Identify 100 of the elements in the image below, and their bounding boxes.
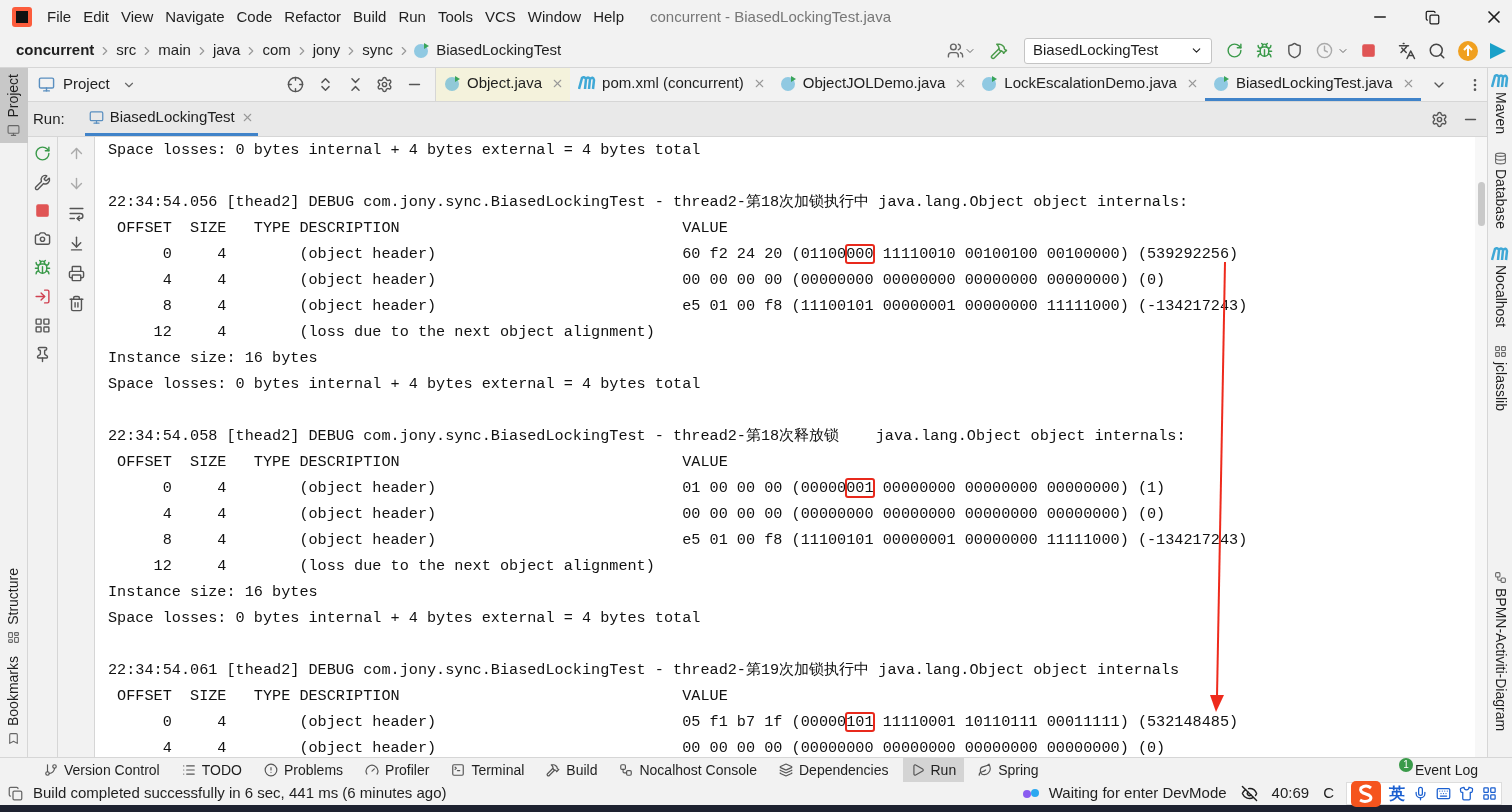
tool-window-button[interactable]: Problems <box>255 758 352 782</box>
breadcrumb[interactable]: java <box>210 39 243 62</box>
menu-item[interactable]: Navigate <box>159 5 231 29</box>
tool-window-stripe-button[interactable]: BPMN-Activiti-Diagram <box>1489 570 1511 735</box>
tool-icon <box>619 763 634 777</box>
scrollbar-thumb[interactable] <box>1477 182 1485 226</box>
wrench-icon[interactable] <box>34 174 51 191</box>
debug-icon[interactable] <box>1256 42 1273 59</box>
console-line: Instance size: 16 bytes <box>108 348 318 369</box>
search-icon[interactable] <box>1428 41 1446 60</box>
tool-window-button[interactable]: Terminal <box>443 758 533 782</box>
tool-icon <box>365 763 380 777</box>
menu-item[interactable]: Tools <box>431 5 479 29</box>
camera-icon[interactable] <box>34 230 51 247</box>
class-icon <box>1212 74 1230 92</box>
console-line: Space losses: 0 bytes internal + 4 bytes external = 4 bytes total <box>108 608 701 629</box>
status-item[interactable]: C <box>1323 782 1334 805</box>
tool-window-stripe-button[interactable]: Maven <box>1489 74 1511 139</box>
editor-tab[interactable]: pom.xml (concurrent) <box>570 68 772 101</box>
locate-icon[interactable] <box>287 76 304 93</box>
tool-window-stripe-button[interactable]: Structure <box>0 562 28 650</box>
console-line: Space losses: 0 bytes internal + 4 bytes external = 4 bytes total <box>108 140 701 161</box>
tool-window-stripe-button[interactable]: jclasslib <box>1489 345 1511 416</box>
skin-icon[interactable] <box>1459 786 1474 801</box>
coverage-icon[interactable] <box>1286 42 1303 59</box>
breadcrumb[interactable]: jony <box>310 39 343 62</box>
wrap-icon[interactable] <box>67 205 85 222</box>
pin-icon[interactable] <box>34 346 51 363</box>
menu-item[interactable]: Edit <box>77 5 116 29</box>
class-icon <box>413 42 431 59</box>
tool-window-button[interactable]: Profiler <box>357 758 438 782</box>
ime-logo[interactable] <box>1351 780 1381 807</box>
console-line: 22:34:54.056 [thead2] DEBUG com.jony.sync.BiasedLockingTest - thread2-第18次加锁执行中 java.lang.Object object internals: <box>108 192 1189 213</box>
grid-icon[interactable] <box>1482 786 1497 801</box>
editor-tab[interactable]: LockEscalationDemo.java <box>973 68 1205 101</box>
tool-window-stripe-button[interactable]: Database <box>1489 152 1511 233</box>
menu-item[interactable]: Run <box>392 5 432 29</box>
users-icon[interactable] <box>947 42 964 59</box>
keyboard-icon[interactable] <box>1436 786 1451 801</box>
settings-icon[interactable] <box>376 76 393 93</box>
eye-off-icon[interactable] <box>1240 785 1258 802</box>
debug-icon[interactable] <box>34 259 51 276</box>
editor-tab[interactable]: ObjectJOLDemo.java <box>771 68 974 101</box>
devmode-status: Waiting for enter DevMode <box>1048 783 1227 804</box>
console-line: 12 4 (loss due to the next object alignment) <box>152 322 655 343</box>
breadcrumb[interactable]: BiasedLockingTest <box>434 39 564 62</box>
breadcrumb[interactable]: main <box>156 39 193 62</box>
tool-window-stripe-button[interactable]: Bookmarks <box>0 649 28 751</box>
console-line: OFFSET SIZE TYPE DESCRIPTION VALUE <box>116 686 728 707</box>
stop-icon[interactable] <box>1361 43 1376 58</box>
tool-window-button[interactable]: Version Control <box>36 758 168 782</box>
restore-icon[interactable] <box>1425 9 1440 25</box>
tool-window-button[interactable]: TODO <box>173 758 250 782</box>
menu-item[interactable]: VCS <box>478 5 522 29</box>
menu-item[interactable]: Build <box>347 5 393 29</box>
menu-item[interactable]: File <box>41 5 78 29</box>
tool-window-button[interactable]: Nocalhost Console <box>611 758 765 782</box>
hammer-icon[interactable] <box>990 41 1008 60</box>
breadcrumb[interactable]: sync <box>360 39 396 62</box>
settings-icon[interactable] <box>1431 110 1448 128</box>
maven-icon <box>1491 246 1509 261</box>
menu-item[interactable]: View <box>115 5 160 29</box>
maven-icon <box>578 76 597 90</box>
tool-window-button[interactable]: Build <box>538 758 606 782</box>
menu-item[interactable]: Window <box>521 5 588 29</box>
tool-icon <box>779 763 793 777</box>
menu-item[interactable]: Help <box>587 5 631 29</box>
tool-window-button[interactable]: Spring <box>970 758 1047 782</box>
trash-icon[interactable] <box>67 295 85 312</box>
nocalhost-icon <box>1022 787 1041 800</box>
menu-item[interactable]: Refactor <box>278 5 348 29</box>
class-icon <box>444 74 461 92</box>
tool-window-button[interactable]: Run <box>902 758 965 782</box>
rerun-icon[interactable] <box>1226 42 1243 59</box>
plugin-icon[interactable] <box>1488 40 1508 61</box>
breadcrumb[interactable]: src <box>114 39 139 62</box>
translate-icon[interactable] <box>1398 41 1416 60</box>
tool-window-button[interactable]: Dependencies <box>771 758 897 782</box>
class-icon <box>981 74 999 92</box>
console-line: 4 4 (object header) 00 00 00 00 (00000000 00000000 00000000 00000000) (0) <box>161 270 1166 291</box>
editor-tab[interactable]: Object.java <box>436 68 571 101</box>
print-icon[interactable] <box>67 265 85 282</box>
breadcrumb[interactable]: concurrent <box>14 39 97 62</box>
menu-item[interactable]: Code <box>230 5 279 29</box>
tool-icon <box>263 763 278 777</box>
stop-icon[interactable] <box>35 203 50 218</box>
import-icon[interactable] <box>34 288 51 305</box>
breadcrumb[interactable]: com <box>260 39 293 62</box>
event-log-button[interactable]: Event Log <box>1414 759 1478 781</box>
mic-icon[interactable] <box>1413 786 1428 801</box>
run-config-dropdown[interactable]: BiasedLockingTest <box>1024 37 1212 64</box>
ime-mode[interactable]: 英 <box>1389 781 1405 806</box>
rerun-icon[interactable] <box>34 145 51 162</box>
layout-icon[interactable] <box>34 317 51 334</box>
caret-position[interactable]: 40:69 <box>1271 782 1310 805</box>
panel-title[interactable]: Project <box>63 73 110 96</box>
tool-icon <box>44 763 58 777</box>
tool-window-stripe-button[interactable]: Project <box>0 68 28 143</box>
console-line: 0 4 (object header) 60 f2 24 20 (01100000 11110010 00100100 00100000) (539292256) <box>161 244 1239 265</box>
tool-window-stripe-button[interactable]: Nocalhost <box>1489 246 1511 332</box>
